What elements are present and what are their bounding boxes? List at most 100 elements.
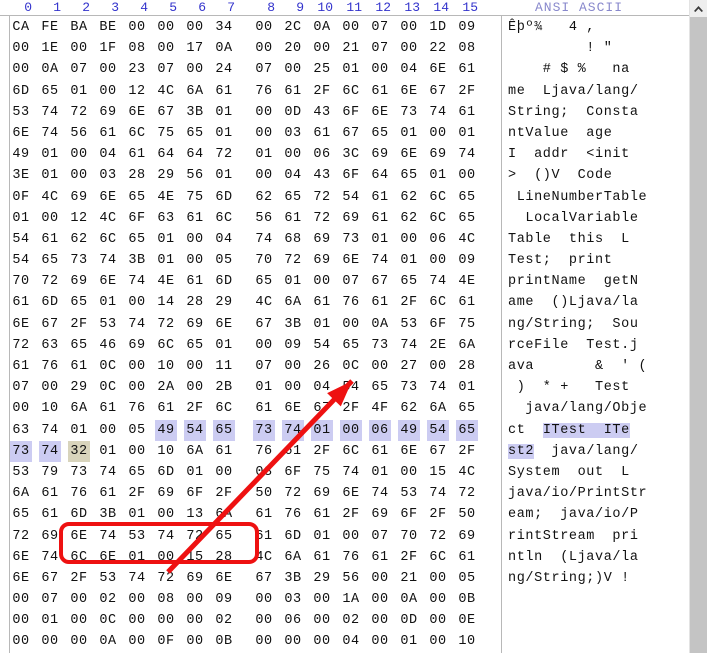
hex-byte[interactable]: 69 xyxy=(369,504,391,525)
hex-byte[interactable]: 00 xyxy=(155,610,177,631)
hex-byte[interactable]: 09 xyxy=(456,17,478,38)
ascii-row[interactable]: > ()V Code xyxy=(508,165,684,186)
hex-byte[interactable]: FE xyxy=(39,17,61,38)
hex-byte[interactable]: 6D xyxy=(155,462,177,483)
hex-byte[interactable]: 73 xyxy=(253,419,275,441)
hex-byte[interactable]: 21 xyxy=(398,568,420,589)
hex-byte[interactable]: 01 xyxy=(155,250,177,271)
hex-byte[interactable]: 29 xyxy=(68,377,90,398)
hex-byte[interactable]: 00 xyxy=(68,165,90,186)
hex-byte[interactable]: 00 xyxy=(97,420,119,441)
hex-byte[interactable]: 00 xyxy=(311,589,333,610)
hex-byte[interactable]: 3B xyxy=(184,102,206,123)
hex-row[interactable]: 01 00 12 4C 6F 63 61 6C 56 61 72 69 61 62 6C 65 xyxy=(10,208,500,229)
hex-byte[interactable]: 6C xyxy=(68,547,90,568)
hex-byte[interactable]: 72 xyxy=(10,335,32,356)
hex-byte[interactable]: 00 xyxy=(340,314,362,335)
hex-byte[interactable]: 00 xyxy=(340,17,362,38)
hex-byte[interactable]: 13 xyxy=(184,504,206,525)
ascii-row[interactable]: ava & ' ( xyxy=(508,356,684,377)
hex-byte[interactable]: 61 xyxy=(213,441,235,462)
hex-byte[interactable]: 63 xyxy=(155,208,177,229)
hex-byte[interactable]: 1D xyxy=(427,17,449,38)
hex-byte[interactable]: 6E xyxy=(10,568,32,589)
hex-byte[interactable]: 65 xyxy=(184,335,206,356)
hex-byte[interactable]: 61 xyxy=(369,208,391,229)
hex-byte[interactable]: 00 xyxy=(369,610,391,631)
hex-byte[interactable]: 00 xyxy=(253,165,275,186)
hex-byte[interactable]: 10 xyxy=(39,398,61,419)
hex-byte[interactable]: 00 xyxy=(10,398,32,419)
hex-byte[interactable]: 00 xyxy=(340,419,362,441)
hex-byte[interactable]: 61 xyxy=(311,504,333,525)
hex-byte[interactable]: 01 xyxy=(97,441,119,462)
hex-byte[interactable]: 74 xyxy=(97,462,119,483)
hex-byte[interactable]: 06 xyxy=(427,229,449,250)
hex-byte[interactable]: 00 xyxy=(10,631,32,652)
hex-byte[interactable]: 6E xyxy=(340,250,362,271)
hex-byte[interactable]: 72 xyxy=(68,102,90,123)
hex-byte[interactable]: 00 xyxy=(184,631,206,652)
hex-row[interactable]: 72 69 6E 74 53 74 72 65 61 6D 01 00 07 70 72 69 xyxy=(10,526,500,547)
hex-byte[interactable]: 2F xyxy=(427,504,449,525)
hex-byte[interactable]: 00 xyxy=(311,631,333,652)
hex-byte[interactable]: 76 xyxy=(340,292,362,313)
hex-byte[interactable]: 00 xyxy=(369,568,391,589)
hex-byte[interactable]: 74 xyxy=(369,250,391,271)
ascii-row[interactable]: Êþº¾ 4 , xyxy=(508,17,684,38)
hex-byte[interactable]: 26 xyxy=(311,356,333,377)
hex-byte[interactable]: 6E xyxy=(126,102,148,123)
hex-byte[interactable]: 69 xyxy=(155,483,177,504)
hex-byte[interactable]: 74 xyxy=(398,335,420,356)
hex-byte[interactable]: 6A xyxy=(213,504,235,525)
hex-byte[interactable]: 04 xyxy=(213,229,235,250)
hex-row[interactable]: 6E 67 2F 53 74 72 69 6E 67 3B 01 00 0A 53 6F 75 xyxy=(10,314,500,335)
hex-byte[interactable]: 6E xyxy=(97,547,119,568)
hex-byte[interactable]: 54 xyxy=(10,229,32,250)
hex-byte[interactable]: 2F xyxy=(311,441,333,462)
hex-byte[interactable]: 6F xyxy=(398,504,420,525)
hex-byte[interactable]: 6E xyxy=(369,102,391,123)
hex-byte[interactable]: 4C xyxy=(155,81,177,102)
hex-byte[interactable]: 74 xyxy=(39,440,61,462)
hex-byte[interactable]: 00 xyxy=(126,589,148,610)
hex-byte[interactable]: 02 xyxy=(213,610,235,631)
hex-byte[interactable]: 63 xyxy=(10,420,32,441)
hex-byte[interactable]: 02 xyxy=(97,589,119,610)
ascii-row[interactable]: java/io/PrintStr xyxy=(508,483,684,504)
hex-row[interactable]: CA FE BA BE 00 00 00 34 00 2C 0A 00 07 00 1D 09 xyxy=(10,17,500,38)
hex-byte[interactable]: 00 xyxy=(126,356,148,377)
hex-byte[interactable]: 69 xyxy=(184,314,206,335)
hex-byte[interactable]: 0A xyxy=(97,631,119,652)
hex-byte[interactable]: 00 xyxy=(68,610,90,631)
hex-byte[interactable]: 54 xyxy=(311,335,333,356)
hex-byte[interactable]: 01 xyxy=(213,165,235,186)
hex-byte[interactable]: 03 xyxy=(253,462,275,483)
hex-row[interactable]: 3E 01 00 03 28 29 56 01 00 04 43 6F 64 65 01 00 xyxy=(10,165,500,186)
hex-byte[interactable]: 00 xyxy=(184,59,206,80)
hex-byte[interactable]: 75 xyxy=(155,123,177,144)
hex-byte[interactable]: 0A xyxy=(311,17,333,38)
hex-byte[interactable]: 76 xyxy=(253,441,275,462)
ascii-row[interactable]: ) * + Test xyxy=(508,377,684,398)
ascii-row[interactable]: st2 java/lang/ xyxy=(508,441,684,462)
hex-byte[interactable]: 2F xyxy=(398,547,420,568)
hex-byte[interactable]: 72 xyxy=(155,314,177,335)
hex-byte[interactable]: 3B xyxy=(97,504,119,525)
hex-byte[interactable]: 61 xyxy=(369,187,391,208)
hex-byte[interactable]: 6E xyxy=(213,314,235,335)
hex-byte[interactable]: 72 xyxy=(311,208,333,229)
hex-byte[interactable]: 72 xyxy=(213,144,235,165)
hex-byte[interactable]: 6A xyxy=(427,398,449,419)
hex-byte[interactable]: 00 xyxy=(155,504,177,525)
hex-byte[interactable]: 49 xyxy=(10,144,32,165)
ascii-row[interactable]: ! " xyxy=(508,38,684,59)
scroll-up-arrow-icon[interactable] xyxy=(690,0,707,17)
hex-byte[interactable]: 6E xyxy=(213,568,235,589)
hex-byte[interactable]: 01 xyxy=(369,462,391,483)
hex-byte[interactable]: 14 xyxy=(155,292,177,313)
hex-byte[interactable]: 56 xyxy=(340,568,362,589)
hex-byte[interactable]: 74 xyxy=(282,419,304,441)
hex-byte[interactable]: 6C xyxy=(97,229,119,250)
hex-byte[interactable]: 54 xyxy=(184,419,206,441)
